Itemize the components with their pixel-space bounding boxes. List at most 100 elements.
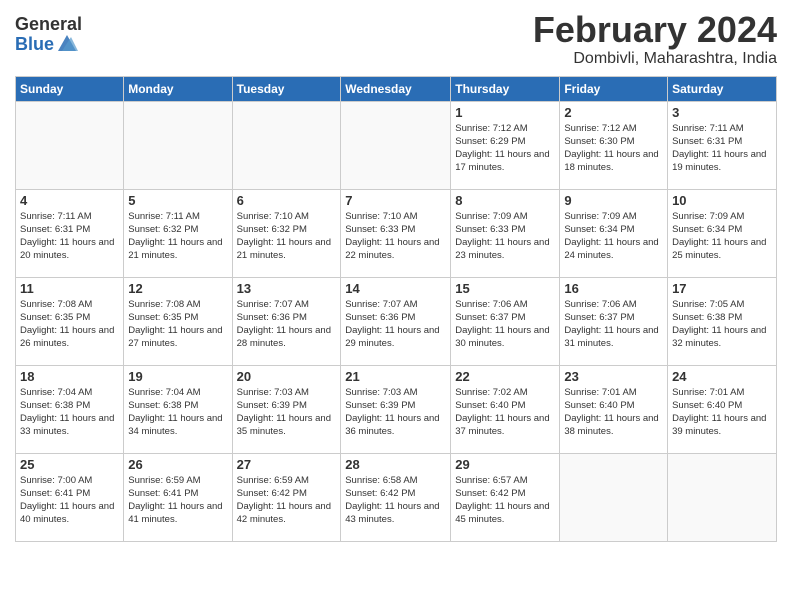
day-number: 13	[237, 281, 337, 296]
day-info: Sunrise: 7:04 AMSunset: 6:38 PMDaylight:…	[128, 386, 227, 439]
logo-icon	[56, 33, 78, 53]
calendar-cell: 3Sunrise: 7:11 AMSunset: 6:31 PMDaylight…	[668, 101, 777, 189]
calendar-cell: 8 Sunrise: 7:09 AMSunset: 6:33 PMDaylight…	[451, 189, 560, 277]
day-info: Sunrise: 7:09 AMSunset: 6:34 PMDaylight:…	[564, 210, 663, 263]
day-number: 19	[128, 369, 227, 384]
day-info: Sunrise: 7:12 AMSunset: 6:30 PMDaylight:…	[564, 122, 663, 175]
day-info: Sunrise: 7:09 AMSunset: 6:33 PMDaylight:…	[455, 210, 555, 263]
calendar-cell: 29 Sunrise: 6:57 AMSunset: 6:42 PMDayligh…	[451, 453, 560, 541]
subtitle: Dombivli, Maharashtra, India	[533, 50, 777, 68]
calendar-cell: 28 Sunrise: 6:58 AMSunset: 6:42 PMDayligh…	[341, 453, 451, 541]
day-info: Sunrise: 7:01 AMSunset: 6:40 PMDaylight:…	[672, 386, 772, 439]
calendar-cell: 27 Sunrise: 6:59 AMSunset: 6:42 PMDayligh…	[232, 453, 341, 541]
calendar-cell: 19 Sunrise: 7:04 AMSunset: 6:38 PMDayligh…	[124, 365, 232, 453]
day-number: 20	[237, 369, 337, 384]
day-info: Sunrise: 7:03 AMSunset: 6:39 PMDaylight:…	[345, 386, 446, 439]
day-number: 8	[455, 193, 555, 208]
day-info: Sunrise: 7:03 AMSunset: 6:39 PMDaylight:…	[237, 386, 337, 439]
day-info: Sunrise: 7:04 AMSunset: 6:38 PMDaylight:…	[20, 386, 119, 439]
calendar-table: SundayMondayTuesdayWednesdayThursdayFrid…	[15, 76, 777, 542]
day-number: 12	[128, 281, 227, 296]
day-number: 4	[20, 193, 119, 208]
day-info: Sunrise: 6:59 AMSunset: 6:42 PMDaylight:…	[237, 474, 337, 527]
day-info: Sunrise: 6:57 AMSunset: 6:42 PMDaylight:…	[455, 474, 555, 527]
day-info: Sunrise: 7:11 AMSunset: 6:31 PMDaylight:…	[20, 210, 119, 263]
calendar-header-row: SundayMondayTuesdayWednesdayThursdayFrid…	[16, 76, 777, 101]
calendar-cell: 10 Sunrise: 7:09 AMSunset: 6:34 PMDayligh…	[668, 189, 777, 277]
day-info: Sunrise: 7:08 AMSunset: 6:35 PMDaylight:…	[128, 298, 227, 351]
day-number: 17	[672, 281, 772, 296]
day-number: 26	[128, 457, 227, 472]
calendar-cell: 12 Sunrise: 7:08 AMSunset: 6:35 PMDayligh…	[124, 277, 232, 365]
day-info: Sunrise: 7:06 AMSunset: 6:37 PMDaylight:…	[455, 298, 555, 351]
day-number: 18	[20, 369, 119, 384]
day-number: 28	[345, 457, 446, 472]
day-info: Sunrise: 7:01 AMSunset: 6:40 PMDaylight:…	[564, 386, 663, 439]
day-number: 10	[672, 193, 772, 208]
day-number: 2	[564, 105, 663, 120]
day-number: 11	[20, 281, 119, 296]
day-number: 15	[455, 281, 555, 296]
calendar-week-3: 11 Sunrise: 7:08 AMSunset: 6:35 PMDayligh…	[16, 277, 777, 365]
calendar-cell: 13 Sunrise: 7:07 AMSunset: 6:36 PMDayligh…	[232, 277, 341, 365]
calendar-cell: 1Sunrise: 7:12 AMSunset: 6:29 PMDaylight…	[451, 101, 560, 189]
main-title: February 2024	[533, 10, 777, 50]
calendar-cell: 15 Sunrise: 7:06 AMSunset: 6:37 PMDayligh…	[451, 277, 560, 365]
calendar-cell: 21Sunrise: 7:03 AMSunset: 6:39 PMDayligh…	[341, 365, 451, 453]
day-number: 16	[564, 281, 663, 296]
day-number: 7	[345, 193, 446, 208]
day-info: Sunrise: 7:11 AMSunset: 6:32 PMDaylight:…	[128, 210, 227, 263]
day-info: Sunrise: 7:06 AMSunset: 6:37 PMDaylight:…	[564, 298, 663, 351]
calendar-week-1: 1Sunrise: 7:12 AMSunset: 6:29 PMDaylight…	[16, 101, 777, 189]
calendar-cell: 25 Sunrise: 7:00 AMSunset: 6:41 PMDayligh…	[16, 453, 124, 541]
calendar-cell: 7 Sunrise: 7:10 AMSunset: 6:33 PMDaylight…	[341, 189, 451, 277]
calendar-header-saturday: Saturday	[668, 76, 777, 101]
calendar-week-2: 4 Sunrise: 7:11 AMSunset: 6:31 PMDaylight…	[16, 189, 777, 277]
calendar-header-friday: Friday	[560, 76, 668, 101]
day-info: Sunrise: 7:10 AMSunset: 6:32 PMDaylight:…	[237, 210, 337, 263]
day-number: 3	[672, 105, 772, 120]
day-info: Sunrise: 7:12 AMSunset: 6:29 PMDaylight:…	[455, 122, 555, 175]
page-container: General Blue February 2024 Dombivli, Mah…	[0, 0, 792, 552]
calendar-cell: 2 Sunrise: 7:12 AMSunset: 6:30 PMDaylight…	[560, 101, 668, 189]
calendar-cell	[668, 453, 777, 541]
title-block: February 2024 Dombivli, Maharashtra, Ind…	[533, 10, 777, 68]
day-info: Sunrise: 7:08 AMSunset: 6:35 PMDaylight:…	[20, 298, 119, 351]
calendar-cell: 26 Sunrise: 6:59 AMSunset: 6:41 PMDayligh…	[124, 453, 232, 541]
day-number: 25	[20, 457, 119, 472]
day-info: Sunrise: 6:58 AMSunset: 6:42 PMDaylight:…	[345, 474, 446, 527]
calendar-header-tuesday: Tuesday	[232, 76, 341, 101]
day-number: 6	[237, 193, 337, 208]
day-number: 22	[455, 369, 555, 384]
calendar-cell	[560, 453, 668, 541]
day-info: Sunrise: 7:10 AMSunset: 6:33 PMDaylight:…	[345, 210, 446, 263]
calendar-header-monday: Monday	[124, 76, 232, 101]
calendar-cell: 6 Sunrise: 7:10 AMSunset: 6:32 PMDaylight…	[232, 189, 341, 277]
calendar-cell: 17 Sunrise: 7:05 AMSunset: 6:38 PMDayligh…	[668, 277, 777, 365]
header: General Blue February 2024 Dombivli, Mah…	[15, 10, 777, 68]
calendar-week-4: 18 Sunrise: 7:04 AMSunset: 6:38 PMDayligh…	[16, 365, 777, 453]
day-info: Sunrise: 7:07 AMSunset: 6:36 PMDaylight:…	[237, 298, 337, 351]
calendar-header-wednesday: Wednesday	[341, 76, 451, 101]
calendar-cell: 14Sunrise: 7:07 AMSunset: 6:36 PMDayligh…	[341, 277, 451, 365]
calendar-cell: 22 Sunrise: 7:02 AMSunset: 6:40 PMDayligh…	[451, 365, 560, 453]
calendar-cell: 18 Sunrise: 7:04 AMSunset: 6:38 PMDayligh…	[16, 365, 124, 453]
calendar-cell	[16, 101, 124, 189]
calendar-cell: 11 Sunrise: 7:08 AMSunset: 6:35 PMDayligh…	[16, 277, 124, 365]
logo-blue: Blue	[15, 35, 54, 55]
calendar-cell: 16 Sunrise: 7:06 AMSunset: 6:37 PMDayligh…	[560, 277, 668, 365]
calendar-week-5: 25 Sunrise: 7:00 AMSunset: 6:41 PMDayligh…	[16, 453, 777, 541]
day-info: Sunrise: 7:00 AMSunset: 6:41 PMDaylight:…	[20, 474, 119, 527]
day-number: 9	[564, 193, 663, 208]
day-info: Sunrise: 7:07 AMSunset: 6:36 PMDaylight:…	[345, 298, 446, 351]
day-number: 24	[672, 369, 772, 384]
day-info: Sunrise: 7:05 AMSunset: 6:38 PMDaylight:…	[672, 298, 772, 351]
day-info: Sunrise: 6:59 AMSunset: 6:41 PMDaylight:…	[128, 474, 227, 527]
day-info: Sunrise: 7:09 AMSunset: 6:34 PMDaylight:…	[672, 210, 772, 263]
day-number: 27	[237, 457, 337, 472]
day-info: Sunrise: 7:02 AMSunset: 6:40 PMDaylight:…	[455, 386, 555, 439]
calendar-cell: 5 Sunrise: 7:11 AMSunset: 6:32 PMDaylight…	[124, 189, 232, 277]
day-number: 23	[564, 369, 663, 384]
day-number: 29	[455, 457, 555, 472]
day-number: 5	[128, 193, 227, 208]
